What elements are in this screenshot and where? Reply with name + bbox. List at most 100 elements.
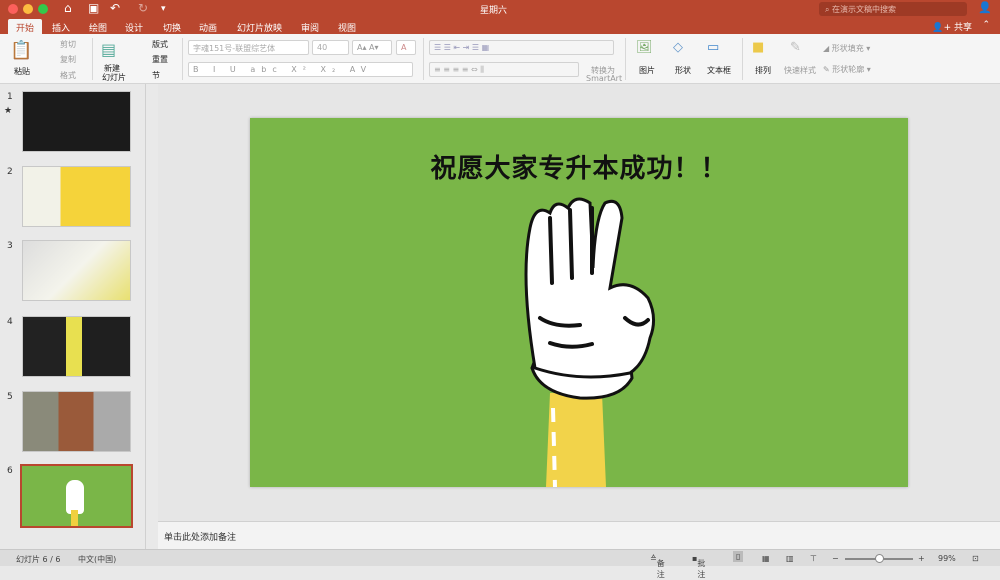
thumbnail-sleeve-shape	[71, 510, 78, 526]
ribbon: 📋 粘贴 剪切 复制 格式 ▤ 新建 幻灯片 版式 重置 节 字魂151号-联盟…	[0, 34, 1000, 84]
divider	[92, 38, 93, 80]
tab-animations[interactable]: 动画	[191, 19, 225, 34]
slide-6[interactable]: 祝愿大家专升本成功！！	[250, 118, 908, 487]
paste-button[interactable]: 粘贴	[14, 66, 30, 77]
share-label: 共享	[953, 23, 972, 33]
paragraph-buttons[interactable]: ☰ ☰ ⇤ ⇥ ☰ ▦	[429, 40, 614, 55]
redo-icon[interactable]: ↻	[138, 1, 148, 15]
search-input[interactable]: ⌕ 在演示文稿中搜索	[819, 2, 967, 16]
ribbon-tabs: 开始 插入 绘图 设计 切换 动画 幻灯片放映 审阅 视图 👤+ 共享 ⌃	[0, 18, 1000, 34]
save-icon[interactable]: ▣	[88, 1, 99, 15]
slide-thumbnail-4[interactable]	[22, 316, 131, 377]
notes-pane[interactable]: 单击此处添加备注	[158, 521, 1000, 549]
zoom-window-button[interactable]	[38, 4, 48, 14]
copy-button[interactable]: 复制	[60, 54, 76, 65]
slide-number: 4	[7, 317, 13, 327]
quick-styles-icon[interactable]: ✎	[790, 40, 801, 55]
slide-thumbnail-6-selected[interactable]	[20, 464, 133, 528]
title-bar: ⌂ ▣ ↶ ↻ ▾ 星期六 ⌕ 在演示文稿中搜索 👤	[0, 0, 1000, 18]
shape-icon[interactable]: ◇	[673, 40, 683, 55]
thumbnail-hand-shape	[66, 480, 84, 514]
normal-view-icon[interactable]: ▯	[733, 551, 744, 562]
notes-label: 备注	[656, 559, 665, 579]
document-title: 星期六	[480, 6, 508, 16]
zoom-slider-thumb[interactable]	[875, 554, 884, 563]
font-size-grow-shrink[interactable]: A▴ A▾	[352, 40, 392, 55]
slide-number: 2	[7, 167, 13, 177]
tab-review[interactable]: 审阅	[293, 19, 327, 34]
tab-draw[interactable]: 绘图	[81, 19, 115, 34]
picture-icon[interactable]: 🖼	[636, 40, 653, 55]
zoom-level[interactable]: 99%	[938, 554, 956, 563]
account-icon[interactable]: 👤	[978, 1, 992, 14]
divider	[742, 38, 743, 80]
tab-insert[interactable]: 插入	[44, 19, 78, 34]
section-button[interactable]: 节	[152, 70, 160, 81]
arrange-icon[interactable]: ■	[752, 40, 764, 55]
language[interactable]: 中文(中国)	[78, 554, 116, 565]
zoom-slider[interactable]	[845, 554, 913, 563]
slide-number: 6	[7, 466, 13, 476]
slide-number: 5	[7, 392, 13, 402]
divider	[625, 38, 626, 80]
fit-to-window-icon[interactable]: ⊡	[972, 554, 979, 563]
format-painter-button[interactable]: 格式	[60, 70, 76, 81]
layout-button[interactable]: 版式	[152, 39, 168, 50]
status-bar: 幻灯片 6 / 6 中文(中国) ≙ 备注 ▪ 批注 ▯ ▦ ▥ ⊤ − + 9…	[0, 549, 1000, 579]
cut-button[interactable]: 剪切	[60, 39, 76, 50]
zoom-out-button[interactable]: −	[832, 554, 839, 563]
tab-transitions[interactable]: 切换	[155, 19, 189, 34]
divider	[182, 38, 183, 80]
home-icon[interactable]: ⌂	[64, 1, 72, 15]
divider	[423, 38, 424, 80]
paste-icon[interactable]: 📋	[10, 40, 32, 61]
font-name-select[interactable]: 字魂151号-联盟综艺体	[188, 40, 309, 55]
ok-hand-illustration[interactable]	[250, 118, 908, 487]
undo-icon[interactable]: ↶	[110, 1, 120, 15]
minimize-window-button[interactable]	[23, 4, 33, 14]
reset-button[interactable]: 重置	[152, 54, 168, 65]
slide-number: 1	[7, 92, 13, 102]
quick-styles-button[interactable]: 快速样式	[784, 65, 816, 76]
slide-thumbnail-1[interactable]	[22, 91, 131, 152]
slide-thumbnail-5[interactable]	[22, 391, 131, 452]
textbox-button[interactable]: 文本框	[707, 65, 731, 76]
tab-slideshow[interactable]: 幻灯片放映	[229, 19, 290, 34]
customize-toolbar-icon[interactable]: ▾	[161, 4, 166, 14]
search-placeholder: 在演示文稿中搜索	[832, 5, 897, 14]
tab-design[interactable]: 设计	[117, 19, 151, 34]
animation-star-icon: ★	[4, 106, 13, 116]
slide-count: 幻灯片 6 / 6	[16, 555, 61, 564]
slide-thumbnail-2[interactable]	[22, 166, 131, 227]
slide-number: 3	[7, 241, 13, 251]
new-slide-label-2[interactable]: 幻灯片	[102, 72, 126, 83]
zoom-in-button[interactable]: +	[918, 554, 925, 563]
new-slide-icon[interactable]: ▤	[101, 40, 116, 59]
tab-view[interactable]: 视图	[330, 19, 364, 34]
convert-smartart-label-2[interactable]: SmartArt	[586, 74, 622, 83]
comments-toggle[interactable]: ▪ 批注	[692, 554, 705, 579]
slide-thumbnail-3[interactable]	[22, 240, 131, 301]
tab-home[interactable]: 开始	[8, 19, 43, 34]
slideshow-icon[interactable]: ⊤	[810, 554, 817, 563]
clear-formatting-button[interactable]: A	[396, 40, 416, 55]
close-window-button[interactable]	[8, 4, 18, 14]
alignment-buttons[interactable]: ≡ ≡ ≡ ≡ ⇔ ⫼	[429, 62, 579, 77]
notes-toggle[interactable]: ≙ 备注	[650, 554, 665, 579]
picture-button[interactable]: 图片	[639, 65, 655, 76]
reading-view-icon[interactable]: ▥	[786, 554, 794, 563]
font-style-buttons[interactable]: B I U abc X² X₂ AV	[188, 62, 413, 77]
slide-thumbnails-panel[interactable]: 1 ★ 2 3 4 5 6	[0, 84, 146, 549]
notes-placeholder[interactable]: 单击此处添加备注	[164, 533, 236, 543]
slide-sorter-icon[interactable]: ▦	[762, 554, 770, 563]
share-button[interactable]: 👤+ 共享	[932, 20, 972, 33]
font-size-select[interactable]: 40	[312, 40, 349, 55]
textbox-icon[interactable]: ▭	[707, 40, 719, 55]
collapse-ribbon-icon[interactable]: ⌃	[982, 20, 990, 30]
shape-outline-button[interactable]: ✎ 形状轮廓 ▾	[823, 64, 871, 75]
shape-fill-button[interactable]: ◢ 形状填充 ▾	[823, 43, 870, 54]
shape-outline-label: 形状轮廓	[832, 65, 865, 74]
arrange-button[interactable]: 排列	[755, 65, 771, 76]
shape-button[interactable]: 形状	[675, 65, 691, 76]
shape-fill-label: 形状填充	[831, 44, 864, 53]
